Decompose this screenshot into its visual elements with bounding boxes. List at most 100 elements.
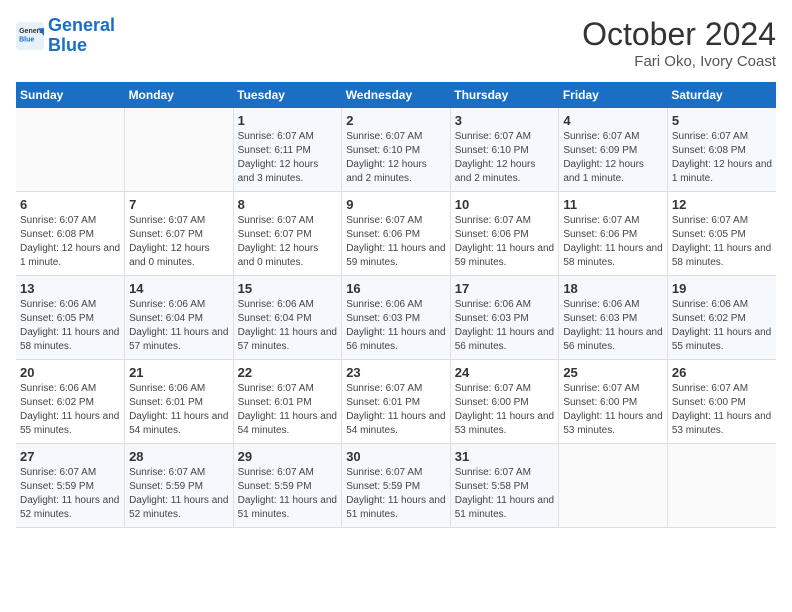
week-row-5: 27 Sunrise: 6:07 AM Sunset: 5:59 PM Dayli… [16, 444, 776, 528]
day-number: 1 [238, 113, 338, 128]
day-info: Sunrise: 6:07 AM Sunset: 5:58 PM Dayligh… [455, 466, 555, 522]
calendar-cell [559, 444, 668, 528]
day-number: 24 [455, 365, 555, 380]
calendar-cell: 17 Sunrise: 6:06 AM Sunset: 6:03 PM Dayli… [450, 276, 559, 360]
day-info: Sunrise: 6:06 AM Sunset: 6:01 PM Dayligh… [129, 382, 229, 438]
calendar-cell: 18 Sunrise: 6:06 AM Sunset: 6:03 PM Dayli… [559, 276, 668, 360]
col-header-thursday: Thursday [450, 82, 559, 108]
calendar-cell: 25 Sunrise: 6:07 AM Sunset: 6:00 PM Dayli… [559, 360, 668, 444]
calendar-cell: 23 Sunrise: 6:07 AM Sunset: 6:01 PM Dayli… [342, 360, 451, 444]
calendar-cell: 16 Sunrise: 6:06 AM Sunset: 6:03 PM Dayli… [342, 276, 451, 360]
calendar-cell: 31 Sunrise: 6:07 AM Sunset: 5:58 PM Dayli… [450, 444, 559, 528]
day-number: 2 [346, 113, 446, 128]
calendar-cell: 22 Sunrise: 6:07 AM Sunset: 6:01 PM Dayli… [233, 360, 342, 444]
col-header-friday: Friday [559, 82, 668, 108]
calendar-cell: 24 Sunrise: 6:07 AM Sunset: 6:00 PM Dayli… [450, 360, 559, 444]
calendar-cell: 20 Sunrise: 6:06 AM Sunset: 6:02 PM Dayli… [16, 360, 125, 444]
calendar-cell: 28 Sunrise: 6:07 AM Sunset: 5:59 PM Dayli… [125, 444, 234, 528]
day-info: Sunrise: 6:07 AM Sunset: 6:06 PM Dayligh… [346, 214, 446, 270]
calendar-cell: 5 Sunrise: 6:07 AM Sunset: 6:08 PM Daylig… [667, 108, 776, 192]
day-number: 15 [238, 281, 338, 296]
day-number: 9 [346, 197, 446, 212]
col-header-monday: Monday [125, 82, 234, 108]
week-row-3: 13 Sunrise: 6:06 AM Sunset: 6:05 PM Dayli… [16, 276, 776, 360]
day-info: Sunrise: 6:06 AM Sunset: 6:03 PM Dayligh… [563, 298, 663, 354]
day-number: 5 [672, 113, 772, 128]
calendar-cell: 10 Sunrise: 6:07 AM Sunset: 6:06 PM Dayli… [450, 192, 559, 276]
calendar-cell [125, 108, 234, 192]
month-title: October 2024 [582, 16, 776, 53]
day-info: Sunrise: 6:07 AM Sunset: 6:00 PM Dayligh… [563, 382, 663, 438]
day-number: 3 [455, 113, 555, 128]
day-number: 20 [20, 365, 120, 380]
day-number: 22 [238, 365, 338, 380]
calendar-cell: 6 Sunrise: 6:07 AM Sunset: 6:08 PM Daylig… [16, 192, 125, 276]
day-number: 4 [563, 113, 663, 128]
day-number: 16 [346, 281, 446, 296]
day-info: Sunrise: 6:06 AM Sunset: 6:05 PM Dayligh… [20, 298, 120, 354]
calendar-cell: 1Sunrise: 6:07 AM Sunset: 6:11 PM Daylig… [233, 108, 342, 192]
calendar-cell: 11 Sunrise: 6:07 AM Sunset: 6:06 PM Dayli… [559, 192, 668, 276]
day-info: Sunrise: 6:07 AM Sunset: 6:00 PM Dayligh… [672, 382, 772, 438]
calendar-cell: 14 Sunrise: 6:06 AM Sunset: 6:04 PM Dayli… [125, 276, 234, 360]
calendar-cell: 29Sunrise: 6:07 AM Sunset: 5:59 PM Dayli… [233, 444, 342, 528]
calendar-cell: 8Sunrise: 6:07 AM Sunset: 6:07 PM Daylig… [233, 192, 342, 276]
day-info: Sunrise: 6:06 AM Sunset: 6:03 PM Dayligh… [346, 298, 446, 354]
calendar-cell: 9 Sunrise: 6:07 AM Sunset: 6:06 PM Daylig… [342, 192, 451, 276]
week-row-1: 1Sunrise: 6:07 AM Sunset: 6:11 PM Daylig… [16, 108, 776, 192]
day-number: 6 [20, 197, 120, 212]
day-number: 11 [563, 197, 663, 212]
logo-line1: General [48, 15, 115, 35]
day-info: Sunrise: 6:06 AM Sunset: 6:03 PM Dayligh… [455, 298, 555, 354]
day-number: 7 [129, 197, 229, 212]
day-number: 10 [455, 197, 555, 212]
day-number: 12 [672, 197, 772, 212]
day-number: 13 [20, 281, 120, 296]
day-info: Sunrise: 6:07 AM Sunset: 6:01 PM Dayligh… [346, 382, 446, 438]
day-info: Sunrise: 6:07 AM Sunset: 6:07 PM Dayligh… [238, 214, 338, 270]
day-info: Sunrise: 6:07 AM Sunset: 6:06 PM Dayligh… [563, 214, 663, 270]
calendar-cell: 13 Sunrise: 6:06 AM Sunset: 6:05 PM Dayli… [16, 276, 125, 360]
day-number: 27 [20, 449, 120, 464]
logo-line2: Blue [48, 35, 87, 55]
day-info: Sunrise: 6:07 AM Sunset: 6:01 PM Dayligh… [238, 382, 338, 438]
calendar-cell: 3Sunrise: 6:07 AM Sunset: 6:10 PM Daylig… [450, 108, 559, 192]
day-info: Sunrise: 6:07 AM Sunset: 5:59 PM Dayligh… [346, 466, 446, 522]
col-header-sunday: Sunday [16, 82, 125, 108]
day-number: 14 [129, 281, 229, 296]
week-row-4: 20 Sunrise: 6:06 AM Sunset: 6:02 PM Dayli… [16, 360, 776, 444]
calendar-cell: 30 Sunrise: 6:07 AM Sunset: 5:59 PM Dayli… [342, 444, 451, 528]
col-header-tuesday: Tuesday [233, 82, 342, 108]
title-block: October 2024 Fari Oko, Ivory Coast [582, 16, 776, 70]
day-info: Sunrise: 6:07 AM Sunset: 6:07 PM Dayligh… [129, 214, 229, 270]
day-info: Sunrise: 6:07 AM Sunset: 6:08 PM Dayligh… [672, 130, 772, 186]
calendar-table: SundayMondayTuesdayWednesdayThursdayFrid… [16, 82, 776, 528]
calendar-cell: 19Sunrise: 6:06 AM Sunset: 6:02 PM Dayli… [667, 276, 776, 360]
day-info: Sunrise: 6:06 AM Sunset: 6:04 PM Dayligh… [129, 298, 229, 354]
day-info: Sunrise: 6:07 AM Sunset: 6:08 PM Dayligh… [20, 214, 120, 270]
week-row-2: 6 Sunrise: 6:07 AM Sunset: 6:08 PM Daylig… [16, 192, 776, 276]
day-number: 25 [563, 365, 663, 380]
day-info: Sunrise: 6:06 AM Sunset: 6:04 PM Dayligh… [238, 298, 338, 354]
day-number: 23 [346, 365, 446, 380]
day-number: 30 [346, 449, 446, 464]
day-info: Sunrise: 6:07 AM Sunset: 6:06 PM Dayligh… [455, 214, 555, 270]
day-number: 31 [455, 449, 555, 464]
day-number: 26 [672, 365, 772, 380]
calendar-cell: 26 Sunrise: 6:07 AM Sunset: 6:00 PM Dayli… [667, 360, 776, 444]
day-info: Sunrise: 6:06 AM Sunset: 6:02 PM Dayligh… [20, 382, 120, 438]
day-info: Sunrise: 6:07 AM Sunset: 5:59 PM Dayligh… [238, 466, 338, 522]
day-number: 17 [455, 281, 555, 296]
svg-text:Blue: Blue [19, 36, 34, 43]
logo: General Blue General Blue [16, 16, 115, 56]
day-number: 28 [129, 449, 229, 464]
day-info: Sunrise: 6:07 AM Sunset: 5:59 PM Dayligh… [20, 466, 120, 522]
day-info: Sunrise: 6:07 AM Sunset: 6:00 PM Dayligh… [455, 382, 555, 438]
day-info: Sunrise: 6:07 AM Sunset: 5:59 PM Dayligh… [129, 466, 229, 522]
location-subtitle: Fari Oko, Ivory Coast [582, 53, 776, 70]
calendar-cell: 15 Sunrise: 6:06 AM Sunset: 6:04 PM Dayli… [233, 276, 342, 360]
calendar-cell: 4Sunrise: 6:07 AM Sunset: 6:09 PM Daylig… [559, 108, 668, 192]
logo-text: General Blue [48, 16, 115, 56]
calendar-cell [16, 108, 125, 192]
day-number: 18 [563, 281, 663, 296]
